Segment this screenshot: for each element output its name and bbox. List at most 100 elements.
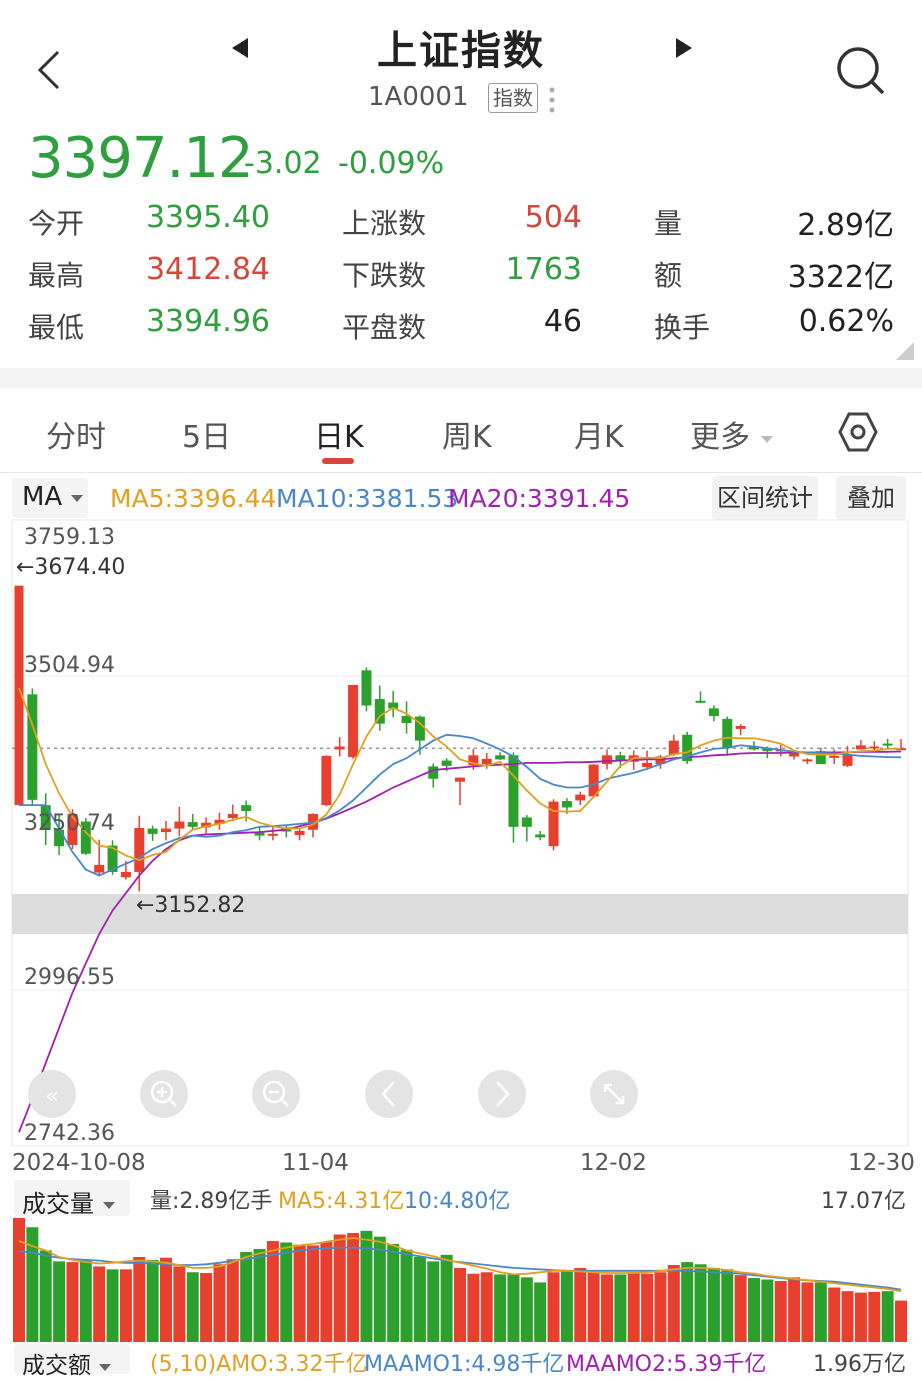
stat-value-decliners: 1763 [505, 252, 582, 287]
volume-bar [320, 1241, 333, 1342]
volume-bar [173, 1266, 186, 1342]
candle-body [267, 833, 278, 836]
candle-body [174, 821, 185, 829]
candle [668, 734, 679, 756]
candle-body [361, 670, 372, 706]
candle [869, 741, 880, 751]
volume-bar [788, 1277, 801, 1342]
scroll-right-button[interactable] [478, 1070, 526, 1118]
candle [682, 731, 693, 765]
volume-bar [547, 1272, 560, 1342]
ma10-line [19, 733, 902, 877]
candle [334, 737, 345, 757]
index-tag: 指数 [488, 83, 538, 113]
more-dots-icon[interactable] [548, 86, 556, 114]
stat-label-advancers: 上涨数 [342, 207, 427, 240]
y-label-bottom: 2742.36 [24, 1121, 115, 1146]
stat-value-advancers: 504 [524, 200, 582, 235]
candle-body [561, 801, 572, 808]
candle [214, 812, 225, 830]
tab-weekly-k[interactable]: 周K [442, 412, 492, 456]
candle [388, 690, 399, 718]
volume-bar [240, 1251, 253, 1342]
candlestick-chart[interactable]: 3759.13 ←3674.40 3504.94 3250.74 ←3152.8… [0, 518, 922, 1148]
fullscreen-button[interactable] [590, 1070, 638, 1118]
volume-bar [507, 1274, 520, 1342]
amount-amo: (5,10)AMO:3.32千亿 [150, 1352, 368, 1377]
tab-more[interactable]: 更多 [690, 412, 774, 456]
stat-value-low: 3394.96 [145, 304, 270, 339]
overlay-button[interactable]: 叠加 [836, 476, 906, 520]
min-marker: ←3152.82 [136, 893, 245, 918]
candle-body [508, 755, 519, 827]
ma5-line [18, 687, 902, 862]
scroll-first-button[interactable]: « [28, 1070, 76, 1118]
candle-body [495, 755, 506, 760]
candle-body [829, 755, 840, 758]
stat-label-turnover: 换手 [654, 311, 711, 344]
volume-bar [307, 1245, 319, 1342]
tab-daily-k[interactable]: 日K [314, 412, 364, 456]
candle-body [27, 694, 38, 800]
candle [695, 691, 706, 704]
stat-value-amount: 3322亿 [787, 260, 894, 295]
candle [495, 752, 506, 760]
candle-body [668, 740, 679, 755]
volume-bar [66, 1262, 79, 1342]
search-button[interactable] [834, 44, 886, 96]
volume-bar [828, 1287, 841, 1342]
volume-bar [133, 1257, 146, 1342]
volume-bar [534, 1282, 547, 1342]
chart-settings-button[interactable] [838, 410, 878, 454]
volume-bar [79, 1260, 92, 1342]
tab-divider [0, 472, 922, 473]
zoom-out-button[interactable] [252, 1070, 300, 1118]
candle-body [602, 755, 612, 765]
tab-monthly-k[interactable]: 月K [574, 412, 624, 456]
volume-bar [614, 1274, 627, 1342]
candle [535, 830, 546, 841]
current-price: 3397.12 [28, 126, 254, 191]
volume-chart[interactable] [0, 1212, 922, 1344]
candle [708, 705, 719, 722]
scroll-left-button[interactable] [365, 1070, 413, 1118]
volume-bar [681, 1262, 694, 1342]
next-stock-button[interactable] [672, 36, 694, 60]
x-tick-label: 12-30 [848, 1150, 915, 1176]
zoom-in-button[interactable] [140, 1070, 188, 1118]
volume-bar [39, 1250, 52, 1342]
volume-max: 17.07亿 [821, 1189, 906, 1214]
candle [575, 791, 586, 806]
tab-intraday[interactable]: 分时 [46, 412, 106, 456]
volume-bar [854, 1292, 867, 1342]
volume-bar [641, 1273, 654, 1342]
tab-more-label: 更多 [690, 420, 750, 455]
candle-body [94, 864, 105, 873]
candle [855, 740, 866, 750]
candle-body [842, 754, 853, 766]
volume-bar [373, 1236, 386, 1342]
volume-bar [627, 1272, 640, 1342]
tab-5day[interactable]: 5日 [182, 412, 231, 456]
volume-bar [654, 1272, 667, 1342]
volume-bar [146, 1259, 159, 1342]
volume-bar [761, 1279, 774, 1342]
candle-body [147, 828, 158, 834]
candle-body [869, 746, 880, 749]
max-marker: ←3674.40 [16, 555, 125, 580]
range-stats-button[interactable]: 区间统计 [712, 476, 818, 520]
stat-label-decliners: 下跌数 [342, 259, 427, 292]
candle-body [735, 725, 746, 729]
volume-bar [119, 1269, 132, 1342]
candle-body [441, 760, 452, 766]
candle-body [535, 834, 546, 838]
candle [401, 701, 412, 734]
stat-value-turnover: 0.62% [798, 304, 894, 339]
expand-corner-icon[interactable] [896, 342, 914, 360]
caret-down-icon [99, 1363, 112, 1371]
page-title: 上证指数 [377, 28, 545, 74]
candle [882, 738, 893, 750]
active-tab-indicator [322, 458, 354, 464]
volume-bar [186, 1272, 199, 1342]
triangle-right-icon [676, 38, 692, 58]
